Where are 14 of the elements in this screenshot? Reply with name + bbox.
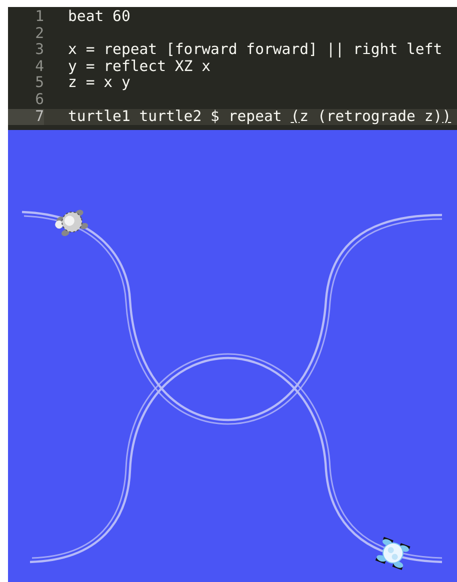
turtle-icon [375, 536, 410, 570]
code-line: y = reflect XZ x [68, 58, 212, 76]
line-number: 1 [34, 9, 44, 26]
line-number: 2 [34, 26, 44, 42]
code-line: x = repeat [forward forward] || right left [68, 42, 444, 59]
line-number: 6 [34, 92, 44, 109]
line-number: 5 [34, 75, 44, 92]
code-editor[interactable]: 1 beat 60 2 3 x = repeat [forward forward] || right left 4 y = reflect XZ x 5 z = x y 6 7 turtle1 turtle2 $ repeat (z (retrograde z)) [8, 7, 457, 130]
turtle-icon [55, 210, 88, 236]
code-line: beat 60 [68, 9, 132, 26]
line-number: 3 [34, 42, 44, 59]
line-number: 4 [34, 58, 44, 76]
line-number: 7 [8, 108, 44, 126]
code-line: z = x y [68, 75, 132, 92]
